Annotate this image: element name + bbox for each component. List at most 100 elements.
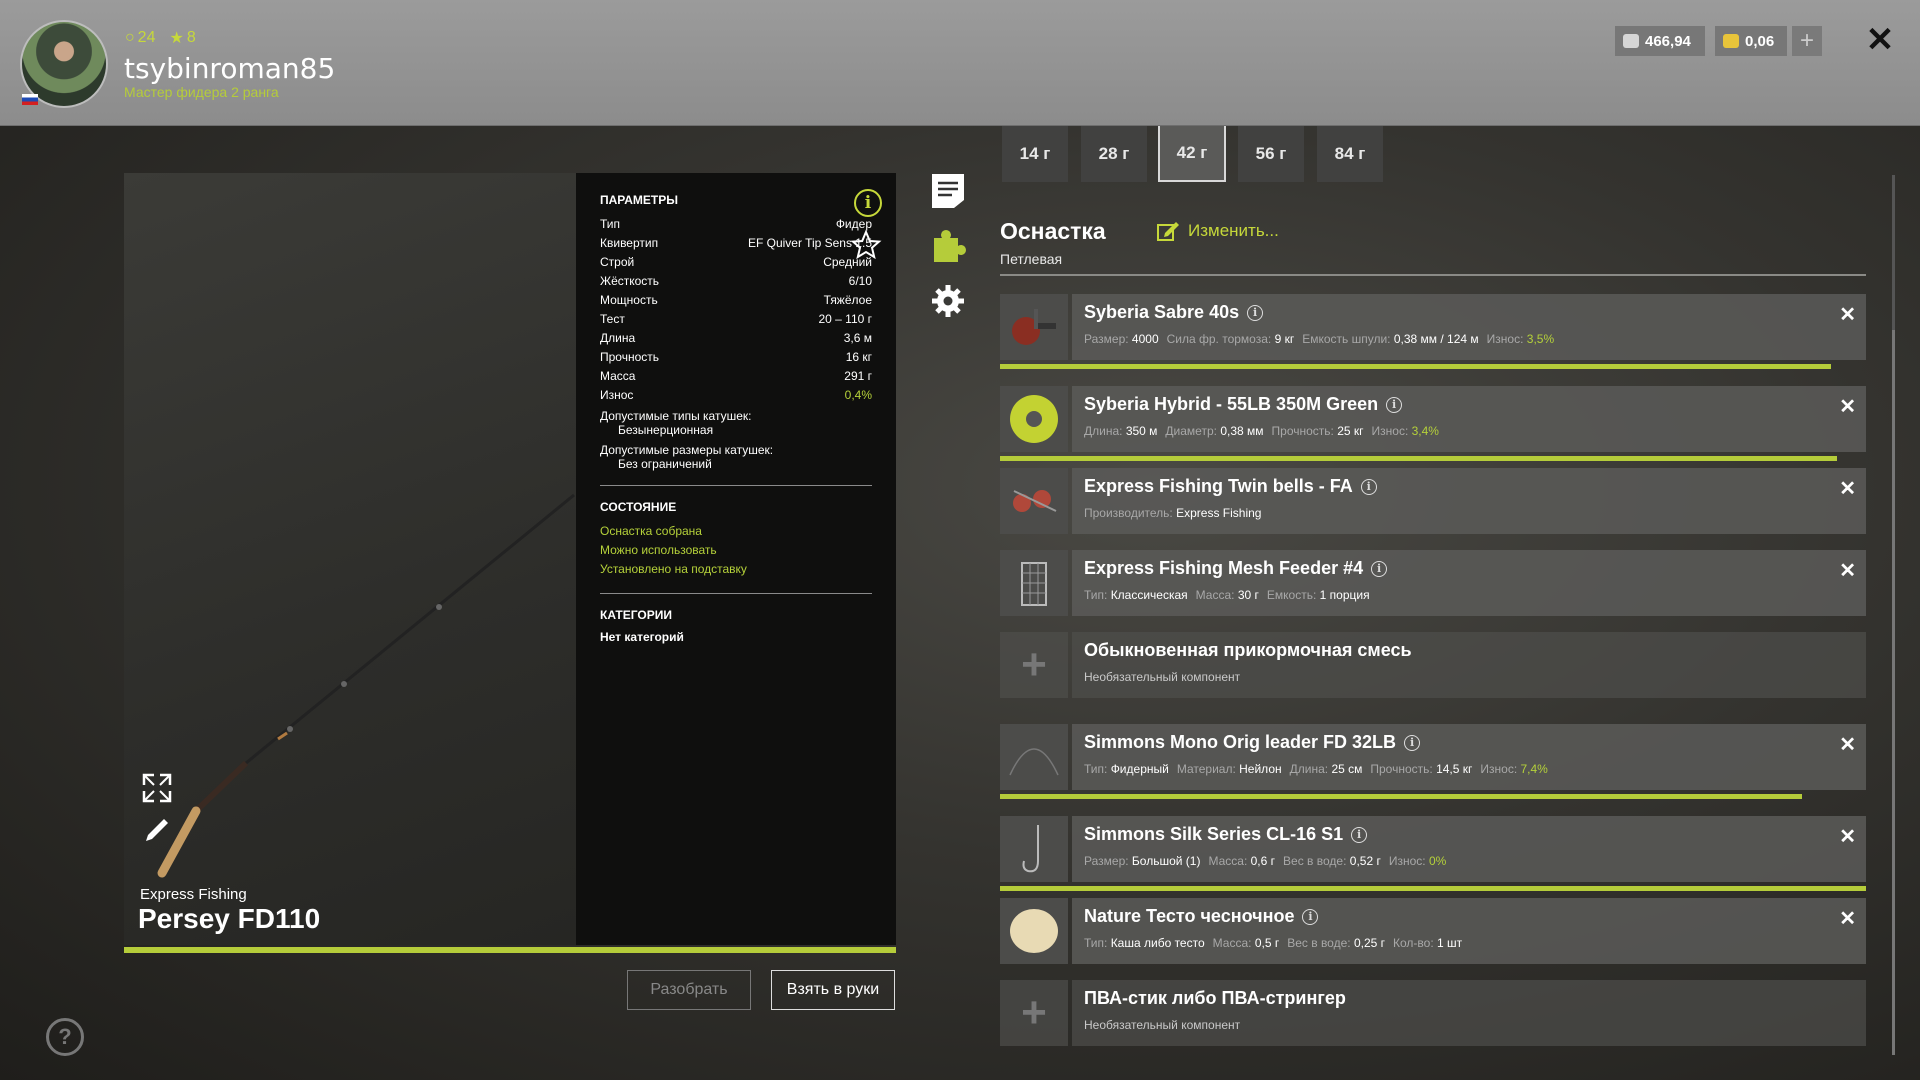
document-icon[interactable] (930, 172, 966, 210)
rig-component[interactable]: Simmons Mono Orig leader FD 32LB i Тип: Фи… (1000, 724, 1866, 790)
weight-option[interactable]: 14 г (1002, 126, 1068, 182)
pencil-icon[interactable] (140, 813, 174, 847)
rig-component[interactable]: Syberia Sabre 40s i Размер: 4000 Сила фр. т… (1000, 294, 1866, 360)
flag-icon (22, 94, 38, 105)
rig-component[interactable]: + Обыкновенная прикормочная смесь Необязат… (1000, 632, 1866, 698)
detail-value: 7,4% (1520, 762, 1548, 776)
component-body[interactable]: Syberia Sabre 40s i Размер: 4000 Сила фр. т… (1072, 294, 1866, 360)
info-icon[interactable]: i (1351, 826, 1368, 843)
parameter-label: Износ (600, 388, 634, 402)
component-details: Размер: Большой (1) Масса: 0,6 г Вес в вод… (1084, 854, 1854, 868)
state-title: СОСТОЯНИЕ (600, 500, 677, 514)
silver-value: 466,94 (1645, 32, 1691, 50)
detail-value: 1 шт (1437, 936, 1463, 950)
weight-option-selected[interactable]: 42 г (1158, 126, 1226, 182)
remove-component-icon[interactable]: ✕ (1839, 476, 1856, 501)
detail-value: 0,52 г (1349, 854, 1381, 868)
rig-component[interactable]: + ПВА-стик либо ПВА-стрингер Необязательны… (1000, 980, 1866, 1046)
info-icon[interactable]: i (1371, 560, 1388, 577)
reel-sizes: Допустимые размеры катушек: Без ограниче… (600, 443, 872, 471)
weight-option[interactable]: 56 г (1238, 126, 1304, 182)
hook-icon (1000, 816, 1068, 882)
gear-icon[interactable] (930, 282, 966, 320)
rig-component[interactable]: Simmons Silk Series CL-16 S1 i Размер: Бол… (1000, 816, 1866, 882)
detail-label: Тип: (1084, 936, 1108, 950)
favorite-star-icon[interactable] (850, 229, 882, 261)
component-name: Syberia Hybrid - 55LB 350M Green (1084, 394, 1379, 414)
component-name: ПВА-стик либо ПВА-стрингер (1084, 988, 1346, 1008)
change-rig-button[interactable]: Изменить... (1156, 220, 1279, 242)
add-currency-button[interactable]: + (1792, 26, 1822, 56)
rig-component[interactable]: Syberia Hybrid - 55LB 350M Green i Длина: … (1000, 386, 1866, 452)
component-details: Тип: Каша либо тесто Масса: 0,5 г Вес в во… (1084, 936, 1854, 950)
component-body[interactable]: Express Fishing Mesh Feeder #4 i Тип: Клас… (1072, 550, 1866, 616)
detail-value: Нейлон (1239, 762, 1282, 776)
component-body[interactable]: Simmons Silk Series CL-16 S1 i Размер: Бол… (1072, 816, 1866, 882)
detail-value: 0% (1428, 854, 1447, 868)
scrollbar-thumb[interactable] (1892, 330, 1895, 1055)
detail-label: Сила фр. тормоза: (1166, 332, 1272, 346)
disassemble-button[interactable]: Разобрать (627, 970, 751, 1010)
change-rig-label: Изменить... (1188, 221, 1279, 240)
help-button[interactable]: ? (46, 1018, 84, 1056)
info-icon[interactable]: i (1302, 908, 1319, 925)
component-name-row: Syberia Hybrid - 55LB 350M Green i (1084, 394, 1854, 415)
component-body[interactable]: Syberia Hybrid - 55LB 350M Green i Длина: … (1072, 386, 1866, 452)
player-rank: Мастер фидера 2 ранга (124, 84, 279, 100)
component-name-row: Simmons Silk Series CL-16 S1 i (1084, 824, 1854, 845)
fullscreen-icon[interactable] (140, 771, 174, 805)
rig-component[interactable]: Nature Тесто чесночное i Тип: Каша либо те… (1000, 898, 1866, 964)
remove-component-icon[interactable]: ✕ (1839, 302, 1856, 327)
info-icon[interactable]: i (1247, 304, 1264, 321)
detail-value: 0,5 г (1254, 936, 1280, 950)
state-item: Установлено на подставку (600, 562, 747, 576)
detail-label: Длина: (1084, 424, 1123, 438)
component-name-row: Simmons Mono Orig leader FD 32LB i (1084, 732, 1854, 753)
info-icon[interactable]: i (1360, 478, 1377, 495)
info-icon[interactable]: i (854, 189, 882, 217)
detail-value: 0,25 г (1353, 936, 1386, 950)
detail-label: Масса: (1195, 588, 1235, 602)
component-body[interactable]: Nature Тесто чесночное i Тип: Каша либо те… (1072, 898, 1866, 964)
parameter-value: 16 кг (845, 350, 872, 364)
detail-value: 4000 (1131, 332, 1159, 346)
gold-coin-icon (1723, 34, 1739, 48)
component-body[interactable]: Express Fishing Twin bells - FA i Производ… (1072, 468, 1866, 534)
detail-label: Прочность: (1370, 762, 1433, 776)
component-details: Тип: Фидерный Материал: Нейлон Длина: 25 с… (1084, 762, 1854, 776)
parameter-row: Тип Фидер (600, 215, 872, 234)
detail-value: 1 порция (1319, 588, 1370, 602)
add-icon[interactable]: + (1000, 632, 1068, 698)
rod-preview[interactable]: Express Fishing Persey FD110 (124, 173, 576, 945)
rig-component[interactable]: Express Fishing Mesh Feeder #4 i Тип: Клас… (1000, 550, 1866, 616)
remove-component-icon[interactable]: ✕ (1839, 558, 1856, 583)
detail-label: Износ: (1388, 854, 1426, 868)
parameter-row: Износ 0,4% (600, 386, 872, 405)
weight-option[interactable]: 28 г (1081, 126, 1147, 182)
detail-value: Express Fishing (1176, 506, 1262, 520)
component-name-row: Express Fishing Twin bells - FA i (1084, 476, 1854, 497)
parameter-label: Тест (600, 312, 625, 326)
reel-sizes-label: Допустимые размеры катушек: (600, 443, 774, 457)
detail-label: Емкость: (1266, 588, 1317, 602)
remove-component-icon[interactable]: ✕ (1839, 394, 1856, 419)
info-icon[interactable]: i (1386, 396, 1403, 413)
info-icon[interactable]: i (1404, 734, 1421, 751)
component-body[interactable]: Обыкновенная прикормочная смесь Необязате… (1072, 632, 1866, 698)
rig-component[interactable]: Express Fishing Twin bells - FA i Производ… (1000, 468, 1866, 534)
parameter-value: 291 г (844, 369, 872, 383)
take-in-hands-button[interactable]: Взять в руки (771, 970, 895, 1010)
reel-types: Допустимые типы катушек: Безынерционная (600, 409, 872, 437)
top-bar: ○ 24 ★ 8 tsybinroman85 Мастер фидера 2 ран… (0, 0, 1920, 126)
component-details: Тип: Классическая Масса: 30 г Емкость: 1 п… (1084, 588, 1854, 602)
component-body[interactable]: Simmons Mono Orig leader FD 32LB i Тип: Фи… (1072, 724, 1866, 790)
remove-component-icon[interactable]: ✕ (1839, 906, 1856, 931)
remove-component-icon[interactable]: ✕ (1839, 824, 1856, 849)
puzzle-icon[interactable] (930, 226, 966, 264)
component-body[interactable]: ПВА-стик либо ПВА-стрингер Необязательный… (1072, 980, 1866, 1046)
close-button[interactable]: ✕ (1862, 21, 1898, 59)
add-icon[interactable]: + (1000, 980, 1068, 1046)
detail-label: Прочность: (1271, 424, 1334, 438)
weight-option[interactable]: 84 г (1317, 126, 1383, 182)
remove-component-icon[interactable]: ✕ (1839, 732, 1856, 757)
